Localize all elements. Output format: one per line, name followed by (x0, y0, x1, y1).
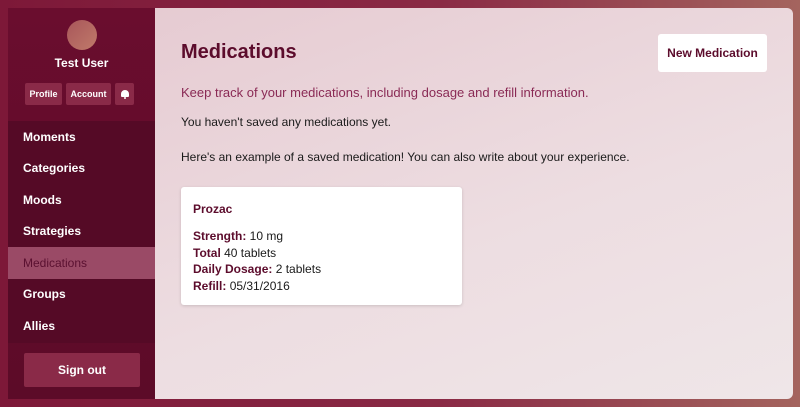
bell-icon (120, 89, 129, 99)
account-button[interactable]: Account (66, 83, 111, 105)
main-content: Medications New Medication Keep track of… (155, 8, 793, 399)
field-value: 40 tablets (224, 245, 277, 260)
medication-refill: Refill: 05/31/2016 (193, 278, 450, 295)
medication-daily-dosage: Daily Dosage: 2 tablets (193, 261, 450, 278)
sidebar-item-moods[interactable]: Moods (8, 184, 155, 216)
example-intro-text: Here's an example of a saved medication!… (181, 150, 630, 164)
field-label: Daily Dosage: (193, 262, 273, 276)
field-label: Total (193, 245, 221, 260)
field-value: 05/31/2016 (229, 278, 290, 293)
empty-state-text: You haven't saved any medications yet. (181, 115, 391, 129)
profile-button[interactable]: Profile (25, 83, 62, 105)
field-label: Refill: (193, 278, 227, 293)
new-medication-button[interactable]: New Medication (658, 34, 767, 72)
page-title: Medications (181, 41, 297, 63)
profile-area: Test User Profile Account (8, 8, 155, 121)
profile-buttons: Profile Account (25, 83, 134, 105)
sidebar-item-categories[interactable]: Categories (8, 153, 155, 185)
sidebar-item-medications[interactable]: Medications (8, 247, 155, 279)
sidebar-item-allies[interactable]: Allies (8, 310, 155, 342)
sidebar: Test User Profile Account Moments Catego… (8, 8, 155, 399)
avatar[interactable] (67, 20, 97, 50)
sidebar-item-moments[interactable]: Moments (8, 121, 155, 153)
field-value: 2 tablets (275, 262, 322, 276)
medication-card[interactable]: Prozac Strength: 10 mg Total 40 tablets … (181, 187, 462, 305)
sidebar-nav: Moments Categories Moods Strategies Medi… (8, 121, 155, 343)
medication-name: Prozac (193, 202, 233, 216)
medication-strength: Strength: 10 mg (193, 228, 450, 245)
sidebar-item-groups[interactable]: Groups (8, 279, 155, 311)
sign-out-button[interactable]: Sign out (24, 353, 140, 387)
field-label: Strength: (193, 229, 247, 243)
notifications-button[interactable] (115, 83, 134, 105)
field-value: 10 mg (249, 229, 284, 243)
medication-fields: Strength: 10 mg Total 40 tablets Daily D… (193, 228, 450, 294)
user-name: Test User (54, 56, 109, 70)
sidebar-item-strategies[interactable]: Strategies (8, 216, 155, 248)
medication-total: Total 40 tablets (193, 245, 450, 262)
page-subtitle: Keep track of your medications, includin… (181, 85, 589, 100)
